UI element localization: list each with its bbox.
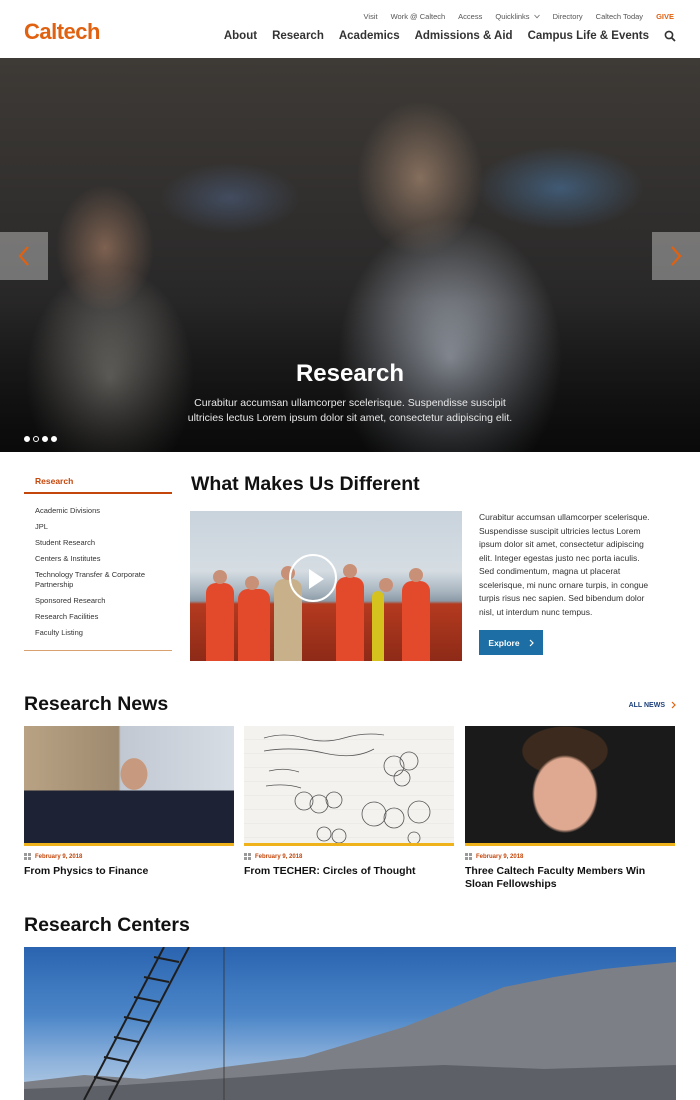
nav-item-research[interactable]: Research (272, 30, 324, 42)
nav-item-about[interactable]: About (224, 30, 257, 42)
news-title[interactable]: Three Caltech Faculty Members Win Sloan … (465, 865, 675, 891)
utility-link-directory[interactable]: Directory (553, 12, 583, 21)
chevron-right-icon (671, 701, 676, 709)
news-title[interactable]: From Physics to Finance (24, 865, 234, 878)
chevron-left-icon (18, 246, 29, 266)
news-image[interactable] (24, 726, 234, 846)
section-title-research-centers: Research Centers (24, 914, 190, 936)
news-image[interactable] (465, 726, 675, 846)
video-figure (402, 568, 430, 661)
explore-button[interactable]: Explore (479, 630, 543, 655)
utility-link-quicklinks[interactable]: Quicklinks (495, 12, 540, 21)
hero-title: Research (295, 360, 405, 387)
utility-nav: Visit Work @ Caltech Access Quicklinks D… (364, 12, 674, 21)
grid-icon (24, 853, 31, 860)
video-figure (238, 576, 270, 661)
news-meta: February 9, 2018 (244, 853, 454, 860)
news-meta: February 9, 2018 (465, 853, 675, 860)
carousel-dot-active[interactable] (33, 436, 39, 442)
nav-item-academics[interactable]: Academics (339, 30, 400, 42)
main-nav: About Research Academics Admissions & Ai… (224, 30, 676, 42)
sidebar-title[interactable]: Research (24, 472, 172, 494)
carousel-dots (24, 436, 57, 442)
all-news-label: ALL NEWS (628, 701, 665, 709)
sidebar-list: Academic Divisions JPL Student Research … (24, 494, 172, 651)
site-header: Caltech Visit Work @ Caltech Access Quic… (0, 0, 700, 58)
give-link[interactable]: GIVE (656, 12, 674, 21)
utility-link-work[interactable]: Work @ Caltech (391, 12, 446, 21)
sidebar-item-sponsored-research[interactable]: Sponsored Research (35, 596, 172, 606)
hero-carousel: Research Curabitur accumsan ullamcorper … (0, 58, 700, 452)
news-date: February 9, 2018 (255, 853, 303, 860)
research-sidebar: Research Academic Divisions JPL Student … (24, 472, 172, 651)
news-card[interactable]: February 9, 2018 From Physics to Finance (24, 726, 234, 878)
sidebar-item-academic-divisions[interactable]: Academic Divisions (35, 506, 172, 516)
grid-icon (244, 853, 251, 860)
hero-prev-button[interactable] (0, 232, 48, 280)
news-image[interactable] (244, 726, 454, 846)
news-card[interactable]: February 9, 2018 Three Caltech Faculty M… (465, 726, 675, 891)
sidebar-item-centers-institutes[interactable]: Centers & Institutes (35, 554, 172, 564)
research-centers-image[interactable] (24, 947, 676, 1100)
news-meta: February 9, 2018 (24, 853, 234, 860)
landscape-illustration (24, 947, 676, 1100)
carousel-dot[interactable] (42, 436, 48, 442)
sidebar-item-faculty-listing[interactable]: Faculty Listing (35, 628, 172, 638)
video-player[interactable] (190, 511, 462, 661)
hero-subtitle: Curabitur accumsan ullamcorper scelerisq… (187, 397, 513, 424)
quicklinks-label: Quicklinks (495, 12, 530, 21)
sidebar-item-student-research[interactable]: Student Research (35, 538, 172, 548)
video-figure (206, 570, 234, 661)
grid-icon (465, 853, 472, 860)
news-title[interactable]: From TECHER: Circles of Thought (244, 865, 454, 878)
chevron-down-icon (533, 14, 540, 19)
carousel-dot[interactable] (51, 436, 57, 442)
utility-link-caltech-today[interactable]: Caltech Today (596, 12, 643, 21)
hero-next-button[interactable] (652, 232, 700, 280)
video-figure (336, 564, 364, 661)
chevron-right-icon (671, 246, 682, 266)
play-icon[interactable] (289, 554, 337, 602)
all-news-link[interactable]: ALL NEWS (629, 701, 676, 709)
sketch-illustration (263, 733, 431, 843)
news-card[interactable]: February 9, 2018 From TECHER: Circles of… (244, 726, 454, 878)
video-figure (372, 578, 393, 661)
sidebar-item-technology-transfer[interactable]: Technology Transfer & Corporate Partners… (35, 570, 172, 590)
nav-item-admissions[interactable]: Admissions & Aid (415, 30, 513, 42)
caltech-logo[interactable]: Caltech (24, 19, 100, 45)
news-date: February 9, 2018 (476, 853, 524, 860)
search-icon[interactable] (664, 30, 676, 42)
carousel-dot[interactable] (24, 436, 30, 442)
nav-item-campus-life[interactable]: Campus Life & Events (528, 30, 649, 42)
utility-link-access[interactable]: Access (458, 12, 482, 21)
explore-label: Explore (488, 637, 520, 648)
chevron-right-icon (529, 639, 534, 646)
section-title-research-news: Research News (24, 693, 169, 715)
section-body-text: Curabitur accumsan ullamcorper scelerisq… (479, 512, 650, 617)
news-date: February 9, 2018 (35, 853, 83, 860)
section-title-what-makes-us-different: What Makes Us Different (191, 473, 420, 495)
sidebar-item-jpl[interactable]: JPL (35, 522, 172, 532)
sidebar-item-research-facilities[interactable]: Research Facilities (35, 612, 172, 622)
utility-link-visit[interactable]: Visit (364, 12, 378, 21)
